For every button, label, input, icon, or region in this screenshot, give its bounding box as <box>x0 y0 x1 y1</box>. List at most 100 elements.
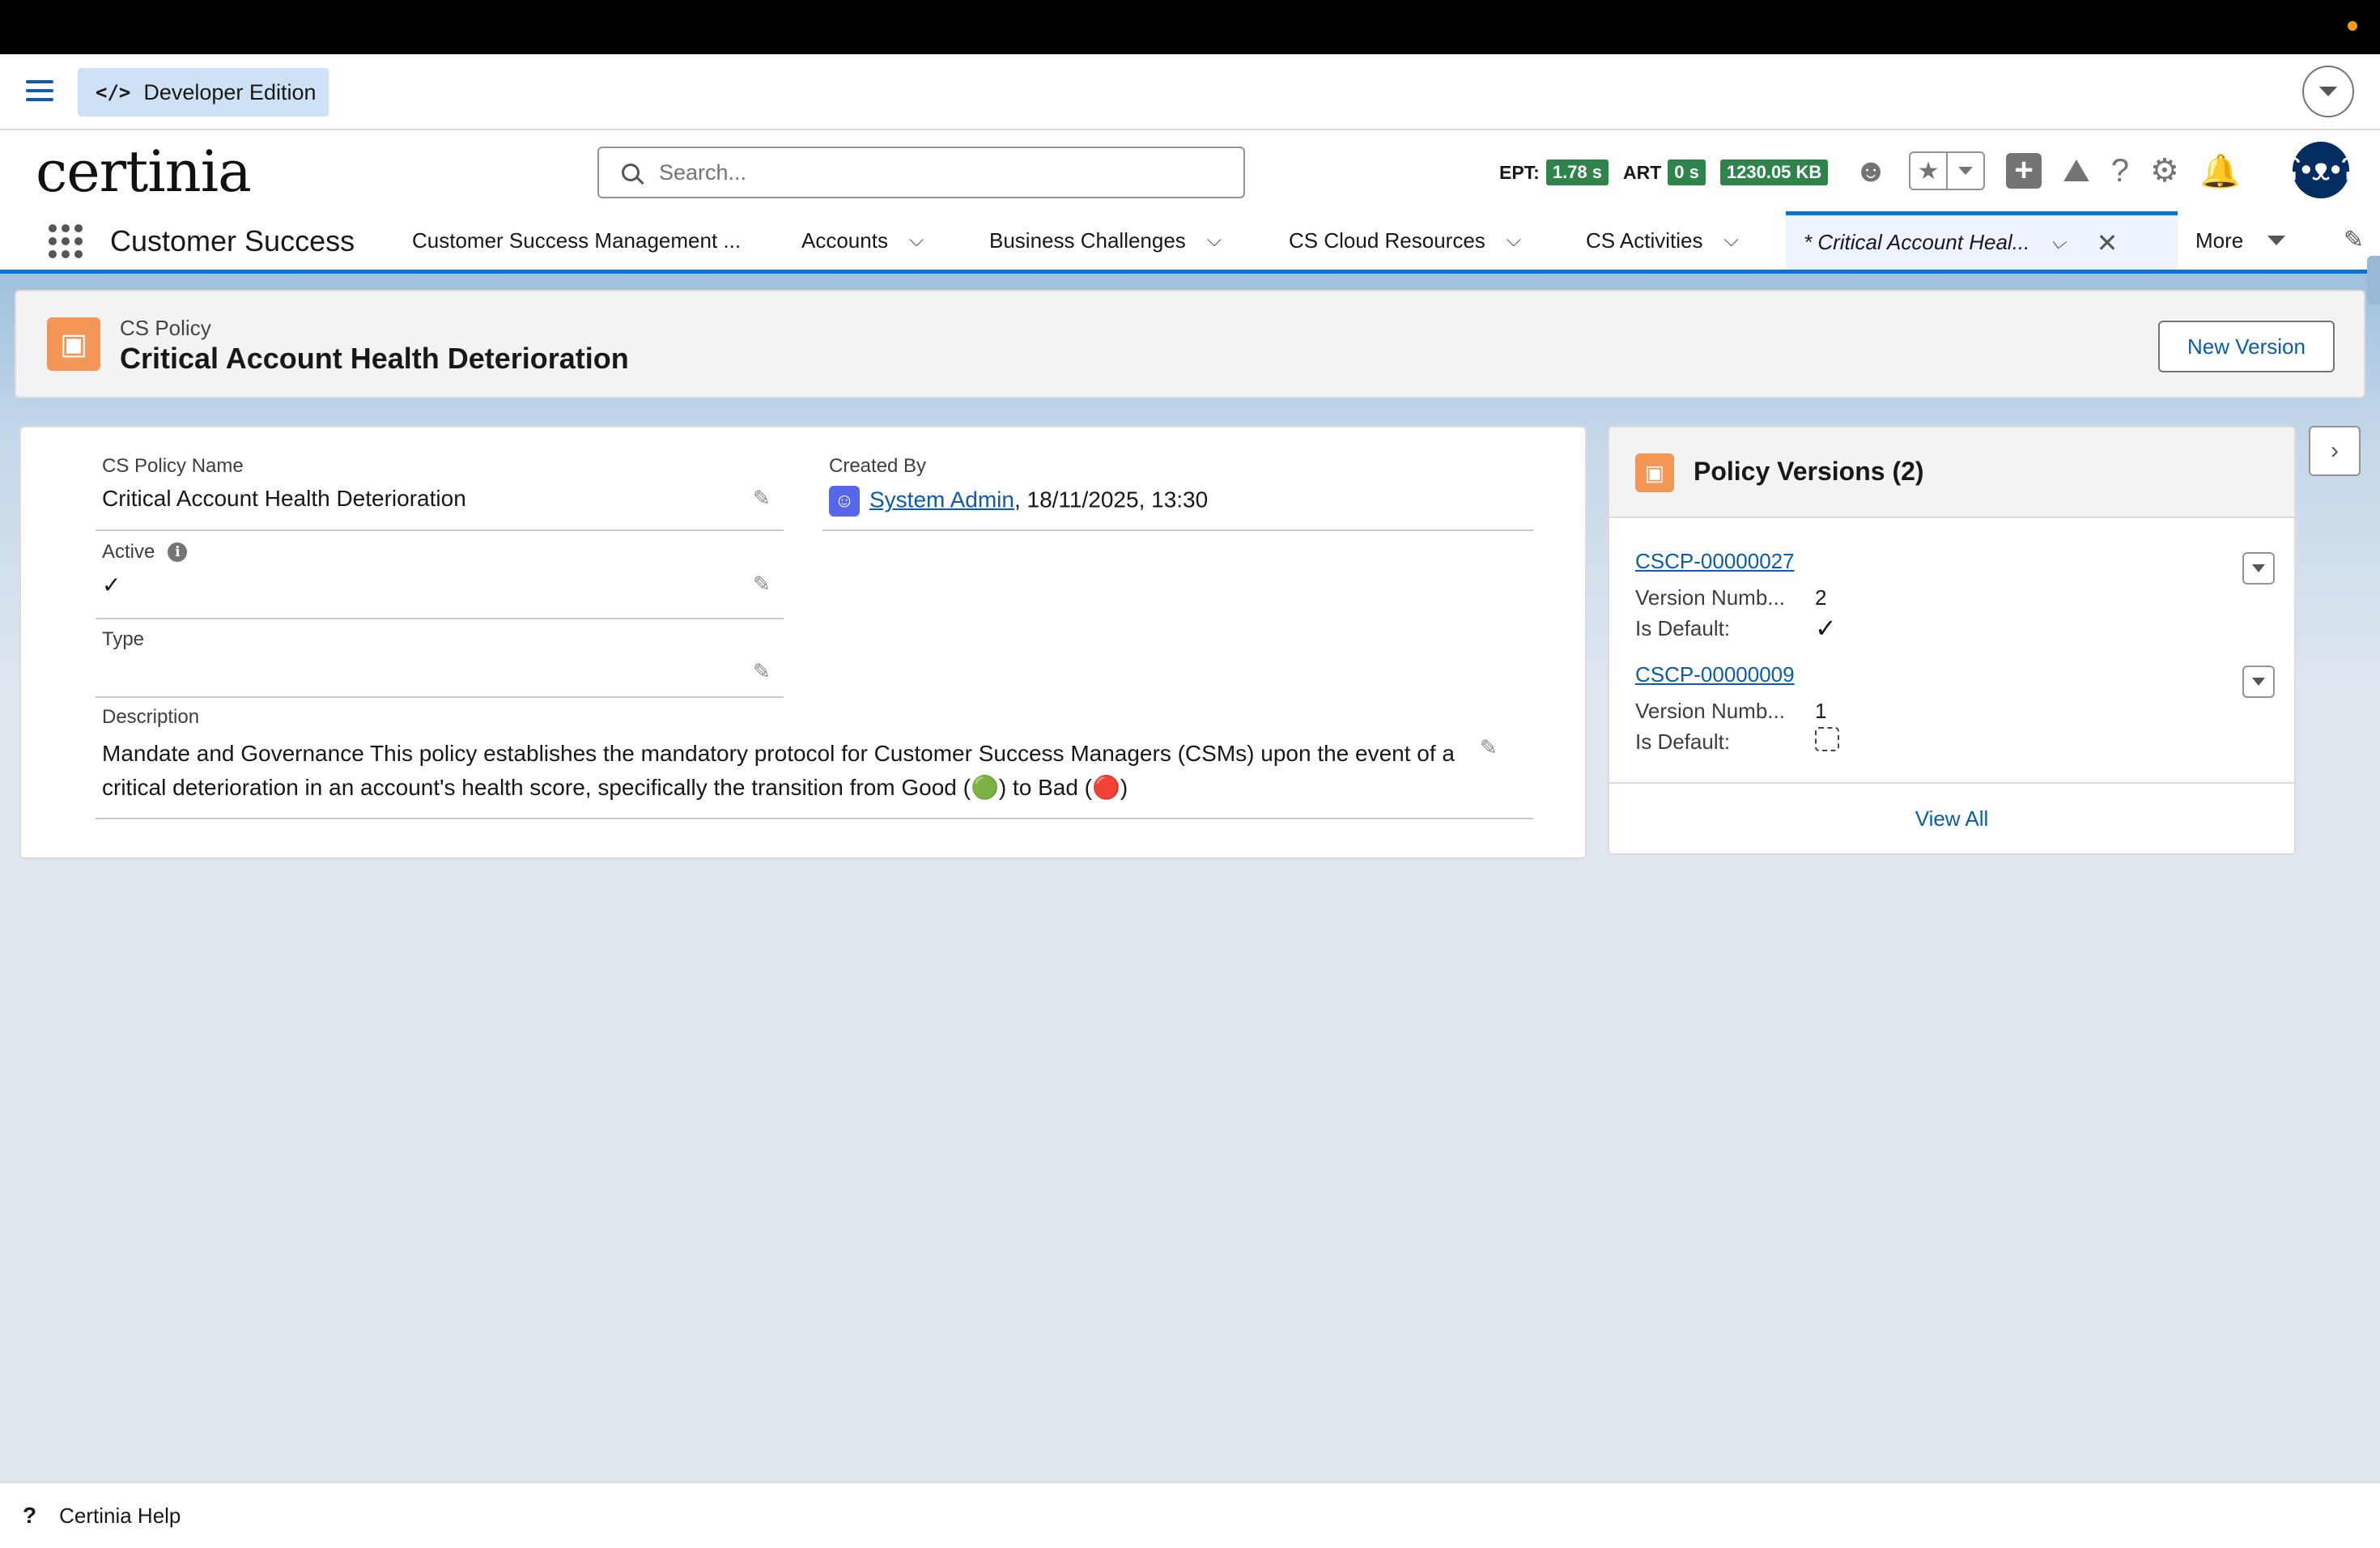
user-icon: ☺ <box>829 486 860 517</box>
active-checkmark: ✓ <box>102 572 121 598</box>
tab-business-challenges[interactable]: Business Challenges ⌵ <box>989 211 1222 270</box>
notifications-bell-icon[interactable]: 🔔 <box>2200 152 2241 190</box>
tab-label: CS Cloud Resources <box>1289 228 1485 253</box>
app-name: Customer Success <box>110 224 355 257</box>
global-search-input[interactable]: Search... <box>597 147 1245 198</box>
view-all-link[interactable]: View All <box>1609 782 2294 853</box>
field-label: Active i <box>102 541 188 563</box>
field-label: Is Default: <box>1635 615 1731 640</box>
global-header: certinia Search... EPT: 1.78 s ART 0 s 1… <box>0 130 2380 211</box>
header-utility-icons: ☻ ★ + ⛰ ? ⚙ 🔔 <box>1854 147 2262 195</box>
field-created-by: Created By ☺ System Admin, 18/11/2025, 13… <box>829 455 1208 517</box>
field-type: Type <box>102 628 144 659</box>
app-navigation-bar: Customer Success Customer Success Manage… <box>0 211 2380 274</box>
field-description: Description Mandate and Governance This … <box>102 706 1478 805</box>
description-value: Mandate and Governance This policy estab… <box>102 741 1456 800</box>
setup-gear-icon[interactable]: ⚙ <box>2150 152 2179 189</box>
certinia-help-link[interactable]: Certinia Help <box>59 1503 181 1529</box>
row-actions-menu[interactable] <box>2242 552 2275 585</box>
user-avatar[interactable]: ʕ•ᴥ•ʔ <box>2285 142 2357 198</box>
help-icon[interactable]: ? <box>2111 153 2129 189</box>
new-version-button[interactable]: New Version <box>2158 321 2335 372</box>
chevron-down-icon <box>2319 87 2337 96</box>
favorites-star-icon[interactable]: ★ <box>1910 153 1949 189</box>
related-list-title[interactable]: Policy Versions (2) <box>1694 457 1924 487</box>
version-record-link[interactable]: CSCP-00000009 <box>1635 662 2267 687</box>
art-label: ART <box>1623 161 1662 183</box>
favorites-dropdown-icon[interactable] <box>1948 153 1983 189</box>
unchecked-box-icon <box>1815 726 1839 751</box>
menu-icon[interactable] <box>26 80 53 103</box>
expand-panel-chevron-icon[interactable]: › <box>2309 426 2361 476</box>
trailhead-icon[interactable]: ⛰ <box>2063 153 2090 189</box>
agent-icon[interactable]: ☻ <box>1854 153 1888 189</box>
field-label: Version Numb... <box>1635 585 1785 610</box>
system-top-bar <box>0 0 2380 54</box>
field-label: Description <box>102 706 200 728</box>
record-title: Critical Account Health Deterioration <box>120 342 629 375</box>
tab-cs-activities[interactable]: CS Activities ⌵ <box>1586 211 1739 270</box>
chevron-down-icon <box>2252 678 2265 686</box>
more-label: More <box>2195 228 2244 253</box>
tab-cs-cloud-resources[interactable]: CS Cloud Resources ⌵ <box>1289 211 1521 270</box>
tab-label: * Critical Account Heal... <box>1804 230 2030 254</box>
more-tabs-menu[interactable]: More <box>2195 211 2286 270</box>
tab-label: CS Activities <box>1586 228 1703 253</box>
recording-indicator <box>2348 21 2357 31</box>
info-icon[interactable]: i <box>168 542 188 562</box>
art-value: 0 s <box>1668 159 1706 185</box>
edit-pencil-icon[interactable]: ✎ <box>753 659 771 684</box>
chevron-down-icon[interactable]: ⌵ <box>1724 229 1739 252</box>
edit-pencil-icon[interactable]: ✎ <box>1480 735 1498 760</box>
version-number-row: Version Numb... 1 <box>1635 695 2267 726</box>
field-value: 1 <box>1815 698 1827 723</box>
field-divider <box>96 818 1533 819</box>
close-tab-icon[interactable]: ✕ <box>2097 228 2119 258</box>
chevron-down-icon[interactable]: ⌵ <box>2051 232 2065 254</box>
favorites-group: ★ <box>1909 151 1986 190</box>
developer-edition-button[interactable]: </> Developer Edition <box>78 68 329 117</box>
active-label: Active <box>102 541 155 563</box>
global-create-icon[interactable]: + <box>2006 153 2042 189</box>
code-icon: </> <box>96 81 131 104</box>
chevron-down-icon[interactable]: ⌵ <box>909 229 924 252</box>
created-by-user-link[interactable]: System Admin <box>869 487 1014 512</box>
tab-label: Customer Success Management ... <box>412 228 742 253</box>
search-placeholder: Search... <box>659 159 747 185</box>
row-actions-menu[interactable] <box>2242 666 2275 698</box>
search-icon <box>622 164 640 181</box>
edit-pencil-icon[interactable]: ✎ <box>753 572 771 597</box>
cs-policy-object-icon: ▣ <box>1635 453 1674 492</box>
developer-bar: </> Developer Edition <box>0 54 2380 130</box>
tab-label: Business Challenges <box>989 228 1186 253</box>
policy-versions-related-list: ▣ Policy Versions (2) CSCP-00000027 Vers… <box>1608 426 2296 855</box>
developer-edition-label: Developer Edition <box>143 79 317 104</box>
ept-label: EPT: <box>1499 161 1540 183</box>
created-date: , 18/11/2025, 13:30 <box>1014 487 1209 512</box>
field-cs-policy-name: CS Policy Name Critical Account Health D… <box>102 455 466 512</box>
certinia-logo[interactable]: certinia <box>36 138 252 205</box>
field-divider <box>822 529 1533 531</box>
app-launcher-icon[interactable] <box>49 224 83 258</box>
performance-indicators: EPT: 1.78 s ART 0 s 1230.05 KB <box>1499 159 1842 185</box>
field-value: 2 <box>1815 585 1827 610</box>
chevron-down-icon[interactable]: ⌵ <box>1507 229 1521 252</box>
tab-accounts[interactable]: Accounts ⌵ <box>801 211 924 270</box>
side-panel-handle[interactable] <box>2367 256 2380 304</box>
edit-nav-pencil-icon[interactable]: ✎ <box>2344 226 2364 254</box>
version-record-link[interactable]: CSCP-00000027 <box>1635 549 2267 574</box>
chevron-down-icon[interactable]: ⌵ <box>1207 229 1222 252</box>
checkmark-icon: ✓ <box>1815 614 1837 643</box>
field-value: Critical Account Health Deterioration <box>102 486 466 511</box>
edit-pencil-icon[interactable]: ✎ <box>753 486 771 511</box>
tab-customer-success-management[interactable]: Customer Success Management ... <box>412 211 741 270</box>
version-number-row: Version Numb... 2 <box>1635 582 2267 613</box>
devbar-dropdown-button[interactable] <box>2302 66 2354 117</box>
field-divider <box>96 696 784 698</box>
chevron-down-icon <box>2267 236 2286 245</box>
tab-critical-account-health[interactable]: * Critical Account Heal... ⌵ ✕ <box>1786 211 2178 270</box>
page-size-value: 1230.05 KB <box>1719 159 1829 185</box>
field-label: Created By <box>829 455 927 477</box>
chevron-down-icon <box>2252 564 2265 572</box>
help-icon[interactable]: ? <box>23 1503 36 1529</box>
